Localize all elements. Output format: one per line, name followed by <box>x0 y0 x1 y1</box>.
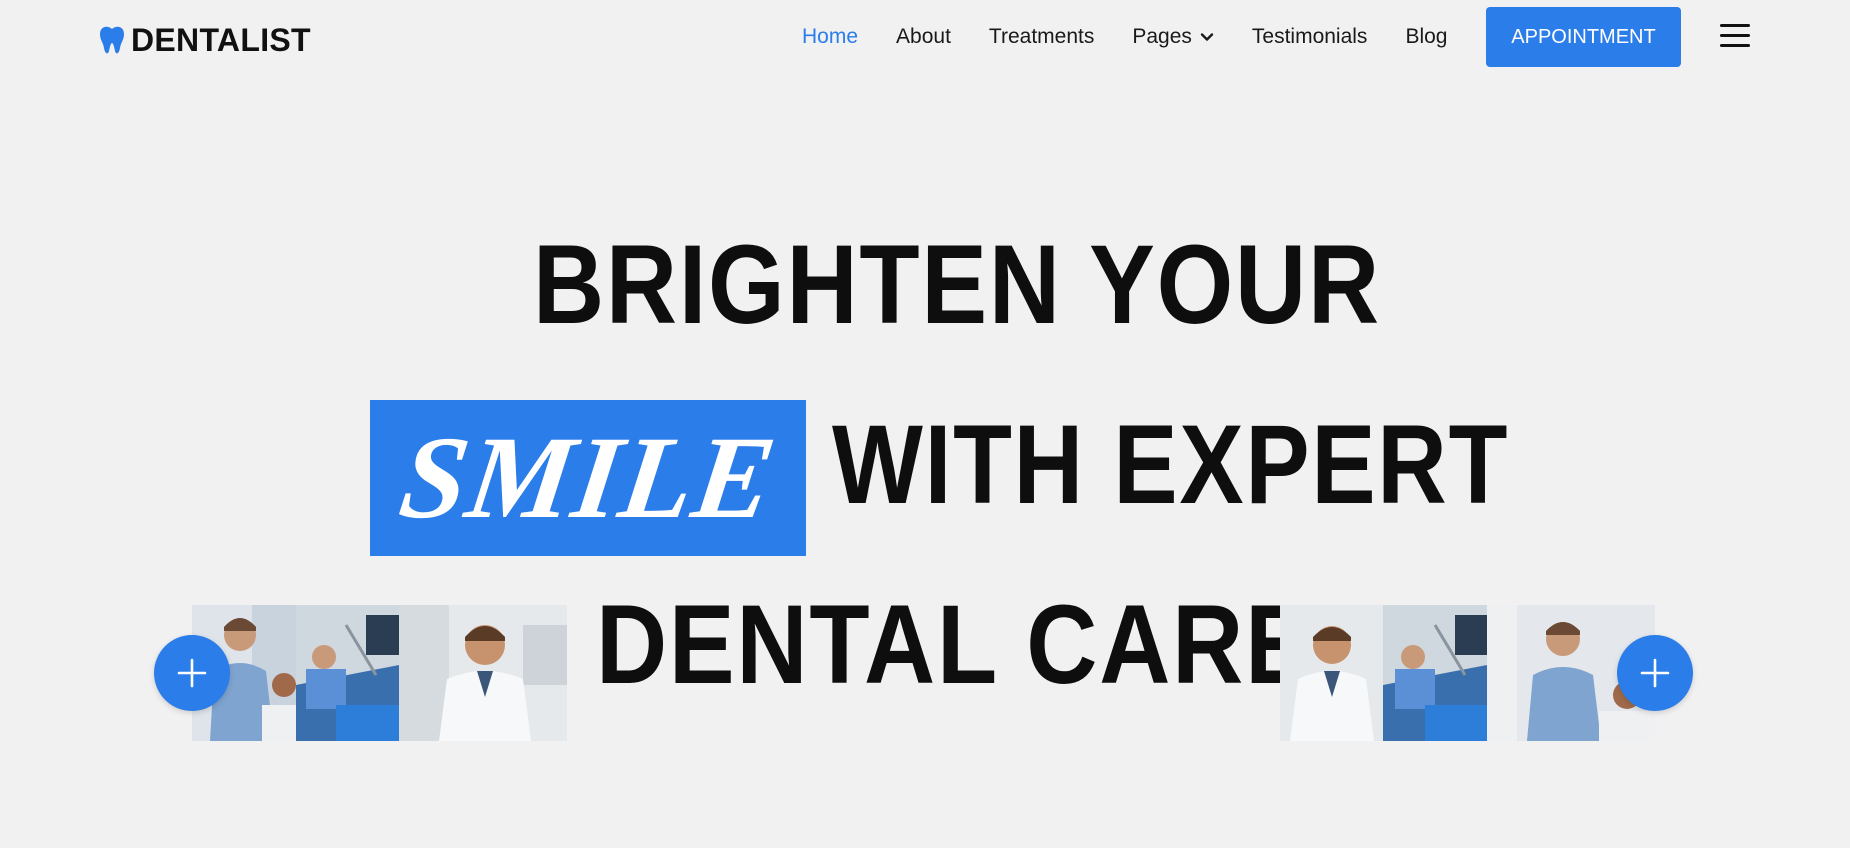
nav-treatments[interactable]: Treatments <box>989 25 1094 49</box>
nav-home[interactable]: Home <box>802 25 858 49</box>
photo-smiling-dentist-portrait <box>399 605 567 741</box>
page: DENTALIST Home About Treatments Pages Te… <box>0 0 1850 848</box>
nav-about[interactable]: About <box>896 25 951 49</box>
main-nav: Home About Treatments Pages Testimonials… <box>802 22 1485 52</box>
plus-icon <box>177 658 207 688</box>
nav-blog[interactable]: Blog <box>1405 25 1447 49</box>
photo-dental-chair-procedure <box>1383 605 1487 741</box>
nav-pages[interactable]: Pages <box>1132 25 1214 49</box>
nav-pages-label: Pages <box>1132 25 1192 48</box>
nav-testimonials[interactable]: Testimonials <box>1252 25 1368 49</box>
tooth-logo-icon <box>100 26 124 54</box>
left-plus-button[interactable] <box>154 635 230 711</box>
plus-icon <box>1640 658 1670 688</box>
hamburger-menu-icon[interactable] <box>1720 24 1750 48</box>
hero-line-3: DENTAL CARE <box>596 582 1313 707</box>
highlight-box: SMILE <box>370 400 806 556</box>
hero-line-1: BRIGHTEN YOUR <box>533 222 1381 347</box>
photo-smiling-dentist-portrait <box>1280 605 1383 741</box>
logo[interactable]: DENTALIST <box>98 22 311 58</box>
photo-dental-chair-procedure <box>296 605 399 741</box>
right-plus-button[interactable] <box>1617 635 1693 711</box>
highlight-word: SMILE <box>392 412 784 543</box>
chevron-down-icon <box>1200 33 1214 41</box>
appointment-button[interactable]: APPOINTMENT <box>1486 7 1681 67</box>
brand-name: DENTALIST <box>131 21 311 58</box>
hero-line-2: WITH EXPERT <box>832 402 1510 527</box>
